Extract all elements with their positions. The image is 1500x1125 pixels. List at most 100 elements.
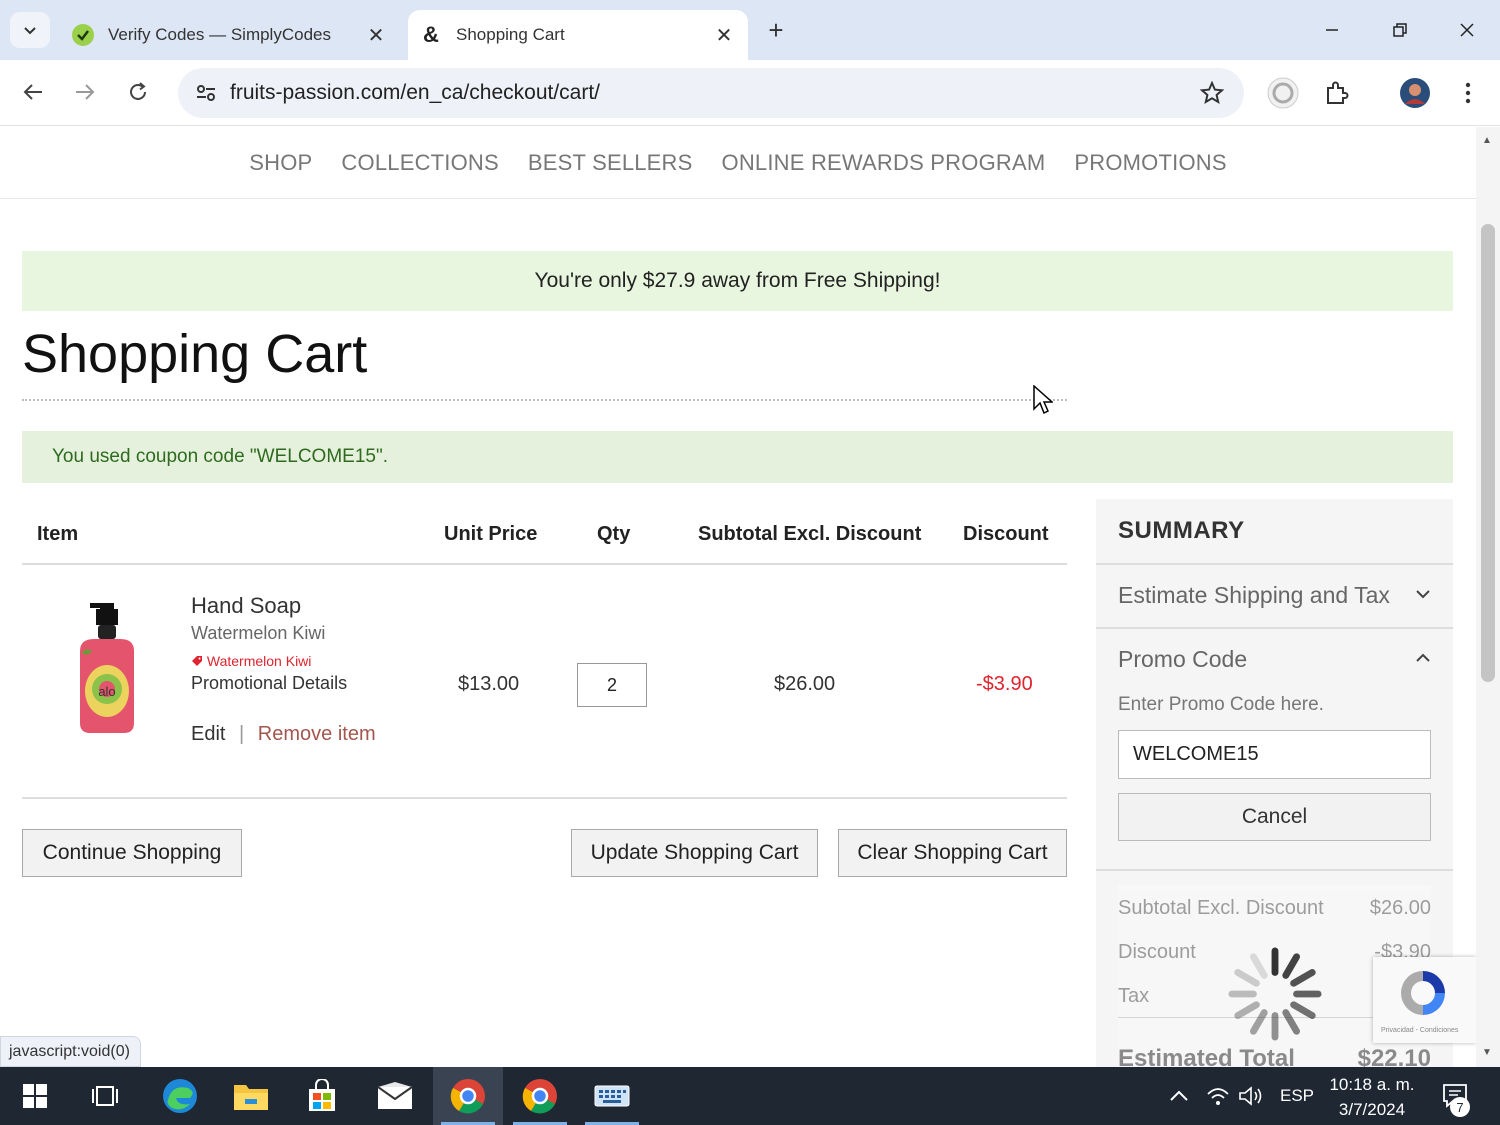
header-unit-price: Unit Price	[444, 523, 538, 545]
scroll-up-arrow-icon[interactable]: ▲	[1482, 135, 1492, 146]
nav-best-sellers[interactable]: BEST SELLERS	[528, 150, 693, 176]
nav-shop[interactable]: SHOP	[249, 150, 312, 176]
profile-avatar[interactable]	[1396, 74, 1434, 112]
close-icon[interactable]: ✕	[710, 21, 738, 49]
estimate-shipping-toggle[interactable]: Estimate Shipping and Tax	[1118, 582, 1390, 609]
edge-browser-icon[interactable]	[145, 1067, 215, 1125]
network-wifi-icon[interactable]	[1206, 1067, 1230, 1125]
chevron-down-icon[interactable]	[1414, 585, 1432, 608]
minimize-icon[interactable]	[1312, 12, 1352, 48]
chevron-up-icon[interactable]	[1414, 649, 1432, 672]
header-subtotal: Subtotal Excl. Discount	[698, 523, 922, 545]
link-status-bar: javascript:void(0)	[0, 1036, 141, 1067]
tab-title: Verify Codes — SimplyCodes	[108, 25, 331, 44]
forward-arrow-icon[interactable]	[67, 74, 103, 110]
estimated-total-value: $22.10	[1357, 1045, 1431, 1067]
tag-icon	[191, 653, 207, 669]
tab-simplycodes[interactable]: Verify Codes — SimplyCodes ✕	[60, 10, 400, 60]
header-item: Item	[37, 523, 79, 545]
continue-shopping-button[interactable]: Continue Shopping	[22, 829, 242, 877]
cancel-promo-button[interactable]: Cancel	[1118, 793, 1431, 841]
tab-shopping-cart[interactable]: & Shopping Cart ✕	[408, 10, 748, 60]
scrollbar-thumb[interactable]	[1481, 224, 1495, 682]
windows-start-icon[interactable]	[0, 1067, 70, 1125]
address-bar[interactable]: fruits-passion.com/en_ca/checkout/cart/	[178, 68, 1244, 118]
windows-taskbar: ESP 10:18 a. m. 3/7/2024 7	[0, 1067, 1500, 1125]
extensions-puzzle-icon[interactable]	[1318, 74, 1356, 112]
action-separator: |	[239, 723, 245, 745]
tab-search-button[interactable]	[10, 12, 50, 48]
notifications-icon[interactable]: 7	[1436, 1067, 1476, 1125]
chrome-profile-icon[interactable]	[505, 1067, 575, 1125]
extension-c-icon[interactable]	[1264, 74, 1302, 112]
cart-table-header: Item Unit Price Qty Subtotal Excl. Disco…	[22, 499, 1067, 565]
simplycodes-favicon-icon	[70, 22, 96, 48]
product-variant: Watermelon Kiwi	[191, 623, 326, 643]
recaptcha-badge[interactable]: Privacidad - Condiciones	[1373, 957, 1476, 1043]
clear-shopping-cart-button[interactable]: Clear Shopping Cart	[838, 829, 1067, 877]
summary-title: SUMMARY	[1118, 517, 1245, 544]
item-actions: Edit | Remove item	[191, 723, 376, 746]
browser-toolbar: fruits-passion.com/en_ca/checkout/cart/	[0, 60, 1500, 126]
close-icon[interactable]: ✕	[362, 21, 390, 49]
bookmark-star-icon[interactable]	[1192, 81, 1232, 105]
summary-divider	[1096, 627, 1453, 629]
subtotal-label: Subtotal Excl. Discount	[1118, 897, 1324, 919]
window-close-icon[interactable]	[1447, 12, 1487, 48]
update-shopping-cart-button[interactable]: Update Shopping Cart	[571, 829, 818, 877]
edit-link[interactable]: Edit	[191, 723, 225, 745]
clock-date: 3/7/2024	[1338, 1100, 1406, 1119]
page-scrollbar[interactable]: ▲ ▼	[1476, 127, 1500, 1067]
promo-code-input[interactable]	[1118, 730, 1431, 779]
quantity-input[interactable]	[577, 663, 647, 707]
task-view-icon[interactable]	[70, 1067, 140, 1125]
on-screen-keyboard-icon[interactable]	[577, 1067, 647, 1125]
scroll-down-arrow-icon[interactable]: ▼	[1482, 1047, 1492, 1058]
site-settings-icon[interactable]	[182, 82, 230, 104]
show-hidden-icons-chevron-icon[interactable]	[1168, 1067, 1190, 1125]
nav-online-rewards-program[interactable]: ONLINE REWARDS PROGRAM	[722, 150, 1046, 176]
chevron-down-icon	[24, 27, 36, 35]
browser-tab-bar: Verify Codes — SimplyCodes ✕ & Shopping …	[0, 0, 1500, 60]
recaptcha-logo-icon	[1401, 971, 1445, 1015]
page-viewport: SHOP COLLECTIONS BEST SELLERS ONLINE REW…	[0, 127, 1476, 1067]
coupon-success-message: You used coupon code "WELCOME15".	[22, 431, 1453, 483]
page-title: Shopping Cart	[22, 324, 368, 384]
more-vertical-icon[interactable]	[1449, 74, 1487, 112]
recaptcha-legal[interactable]: Privacidad - Condiciones	[1381, 1027, 1458, 1034]
promo-code-label: Enter Promo Code here.	[1118, 694, 1324, 715]
volume-speaker-icon[interactable]	[1238, 1067, 1264, 1125]
microsoft-store-icon[interactable]	[287, 1067, 357, 1125]
table-row: alo Hand Soap Watermelon Kiwi Watermelon…	[22, 565, 1067, 799]
new-tab-plus-icon[interactable]: +	[762, 15, 790, 45]
promo-tag-label: Watermelon Kiwi	[206, 653, 312, 669]
notification-count-badge: 7	[1450, 1097, 1470, 1117]
mouse-cursor-icon	[1033, 385, 1053, 415]
header-qty: Qty	[597, 523, 631, 545]
summary-divider	[1096, 869, 1453, 871]
promotional-details-link[interactable]: Promotional Details	[191, 673, 347, 694]
discount-label: Discount	[1118, 941, 1196, 963]
url-text: fruits-passion.com/en_ca/checkout/cart/	[230, 81, 601, 104]
promo-code-toggle[interactable]: Promo Code	[1118, 646, 1247, 673]
file-explorer-icon[interactable]	[216, 1067, 286, 1125]
product-name[interactable]: Hand Soap	[191, 593, 301, 619]
product-image[interactable]: alo	[72, 603, 142, 735]
free-shipping-banner: You're only $27.9 away from Free Shippin…	[22, 251, 1453, 311]
unit-price: $13.00	[458, 673, 520, 695]
chrome-icon[interactable]	[433, 1067, 503, 1125]
nav-collections[interactable]: COLLECTIONS	[341, 150, 498, 176]
remove-item-link[interactable]: Remove item	[258, 723, 376, 745]
title-divider	[22, 399, 1067, 401]
header-discount: Discount	[963, 523, 1049, 545]
input-language[interactable]: ESP	[1280, 1067, 1314, 1125]
tab-title: Shopping Cart	[456, 25, 565, 44]
restore-icon[interactable]	[1380, 12, 1420, 48]
ampersand-favicon-icon: &	[423, 22, 439, 47]
reload-icon[interactable]	[120, 74, 156, 110]
back-arrow-icon[interactable]	[15, 74, 51, 110]
nav-promotions[interactable]: PROMOTIONS	[1074, 150, 1226, 176]
system-clock[interactable]: 10:18 a. m. 3/7/2024	[1322, 1072, 1422, 1122]
loading-spinner-icon	[1228, 947, 1322, 1041]
mail-icon[interactable]	[360, 1067, 430, 1125]
